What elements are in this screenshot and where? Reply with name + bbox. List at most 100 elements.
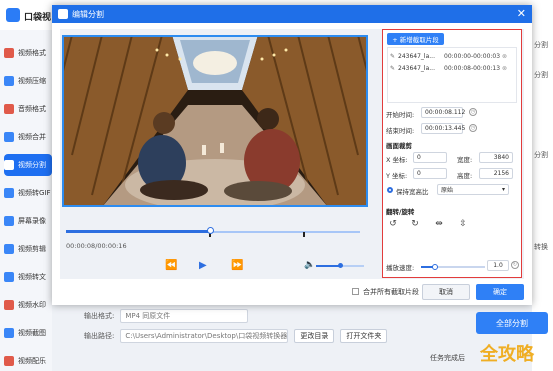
sidebar-item-label: 视频格式: [18, 49, 46, 57]
play-icon[interactable]: ▶: [199, 261, 207, 271]
sidebar-item[interactable]: 视频剪辑: [4, 238, 52, 260]
crop-handle-top[interactable]: [211, 35, 220, 42]
clip-settings-panel: + 新增截取片段 ✎ 243647_la... 00:00:00-00:00:0…: [382, 29, 522, 278]
width-input[interactable]: 3840: [479, 152, 513, 163]
rewind-icon[interactable]: ⏪: [165, 261, 177, 271]
sidebar-item-label: 屏幕录像: [18, 217, 46, 225]
cancel-button[interactable]: 取消: [422, 284, 470, 300]
crop-handle-top-left[interactable]: [62, 35, 69, 42]
sidebar-item-icon: [4, 104, 14, 114]
set-start-time-icon[interactable]: ◷: [469, 108, 477, 116]
speed-knob[interactable]: [432, 264, 439, 270]
merge-all-checkbox[interactable]: [352, 288, 359, 295]
crop-section-title: 画面裁剪: [386, 142, 412, 150]
crop-handle-left[interactable]: [62, 117, 69, 126]
output-format-select[interactable]: MP4 同原文件: [120, 309, 249, 323]
sidebar-item[interactable]: 视频转GIF: [4, 182, 52, 204]
edit-split-dialog: 编辑分割 ✕ 00:00:08/00:00:16 ⏪ ▶ ⏩ 🔈 + 新增截取片…: [52, 5, 532, 305]
time-display: 00:00:08/00:00:16: [66, 242, 127, 250]
output-path-field[interactable]: C:\Users\Administrator\Desktop\口袋视频转换器: [120, 329, 289, 343]
sidebar-item[interactable]: 视频转文: [4, 266, 52, 288]
sidebar-item-label: 视频配乐: [18, 357, 46, 365]
crop-handle-bottom-right[interactable]: [361, 200, 368, 207]
fast-forward-icon[interactable]: ⏩: [231, 261, 243, 271]
sidebar-item[interactable]: 音频格式: [4, 98, 52, 120]
sidebar-item-label: 视频转GIF: [18, 189, 51, 197]
remove-clip-icon[interactable]: ⊗: [502, 53, 507, 60]
bg-right-label: 分割: [534, 41, 548, 49]
open-folder-button[interactable]: 打开文件夹: [340, 329, 388, 343]
dialog-app-icon: [58, 9, 68, 19]
close-icon[interactable]: ✕: [517, 7, 526, 21]
sidebar-item[interactable]: 视频压缩: [4, 70, 52, 92]
chevron-down-icon: ▾: [501, 186, 505, 193]
clip-item[interactable]: ✎ 243647_la... 00:00:08-00:00:13 ⊗: [390, 63, 516, 74]
rotate-left-icon[interactable]: ↺: [387, 218, 399, 230]
flip-horizontal-icon[interactable]: ⇹: [433, 218, 445, 230]
sidebar-item[interactable]: 视频水印: [4, 294, 52, 316]
crop-handle-bottom-left[interactable]: [62, 200, 69, 207]
sidebar-item-icon: [4, 216, 14, 226]
sidebar-item-icon: [4, 132, 14, 142]
x-coord-input[interactable]: 0: [413, 152, 447, 163]
output-format-label: 输出格式:: [84, 312, 115, 320]
playback-timeline[interactable]: [66, 227, 360, 237]
start-time-input[interactable]: 00:00:08.112: [421, 107, 465, 118]
clip-time: 00:00:08-00:00:13: [444, 65, 501, 72]
output-path-value: C:\Users\Administrator\Desktop\口袋视频转换器: [125, 332, 288, 340]
bg-right-label: 分割: [534, 71, 548, 79]
volume-knob[interactable]: [338, 263, 343, 268]
speed-slider[interactable]: [421, 264, 485, 270]
crop-handle-top-right[interactable]: [361, 35, 368, 42]
bg-right-label: 分割: [534, 151, 548, 159]
sidebar-item[interactable]: 视频合并: [4, 126, 52, 148]
sidebar-item-icon: [4, 356, 14, 366]
sidebar-item[interactable]: 视频配乐: [4, 350, 52, 371]
sidebar-item-icon: [4, 160, 14, 170]
crop-handle-right[interactable]: [361, 117, 368, 126]
watermark-logo: 全攻略: [480, 344, 534, 365]
flip-vertical-icon[interactable]: ⇳: [457, 218, 469, 230]
split-all-button[interactable]: 全部分割: [476, 312, 548, 334]
sidebar-item[interactable]: 视频截图: [4, 322, 52, 344]
keep-ratio-radio[interactable]: [387, 187, 393, 193]
sidebar-item-label: 视频截图: [18, 329, 46, 337]
y-coord-input[interactable]: 0: [413, 168, 447, 179]
sidebar-item-icon: [4, 48, 14, 58]
sidebar-item[interactable]: 屏幕录像: [4, 210, 52, 232]
crop-frame[interactable]: [62, 35, 368, 207]
crop-handle-bottom[interactable]: [211, 200, 220, 207]
sidebar-item-label: 视频分割: [18, 161, 46, 169]
sidebar-item[interactable]: 视频格式: [4, 42, 52, 64]
end-time-input[interactable]: 00:00:13.445: [421, 123, 465, 134]
reset-speed-icon[interactable]: ↻: [511, 261, 519, 269]
app-sidebar: 视频格式视频压缩音频格式视频合并视频分割视频转GIF 屏幕录像视频剪辑视频转文视频…: [0, 30, 52, 371]
app-logo: [6, 8, 20, 22]
edit-icon[interactable]: ✎: [390, 65, 398, 72]
speed-input[interactable]: 1.0: [487, 260, 509, 271]
ok-button[interactable]: 确定: [476, 284, 524, 300]
width-label: 宽度:: [457, 156, 473, 164]
clip-name: 243647_la...: [398, 53, 435, 60]
add-clip-button[interactable]: + 新增截取片段: [387, 33, 444, 45]
volume-icon[interactable]: 🔈: [304, 260, 315, 270]
app-name: 口袋视: [24, 13, 52, 23]
remove-clip-icon[interactable]: ⊗: [502, 65, 507, 72]
dialog-titlebar: 编辑分割 ✕: [52, 5, 532, 23]
ratio-select[interactable]: 原始 ▾: [437, 184, 509, 195]
change-directory-button[interactable]: 更改目录: [294, 329, 335, 343]
edit-icon[interactable]: ✎: [390, 53, 398, 60]
clip-end-marker[interactable]: [303, 232, 306, 237]
playhead-handle[interactable]: [207, 227, 215, 234]
video-preview[interactable]: [62, 35, 368, 207]
speed-label: 播放速度:: [386, 264, 415, 272]
set-end-time-icon[interactable]: ◷: [469, 124, 477, 132]
volume-slider[interactable]: [316, 263, 364, 268]
timeline-progress: [66, 230, 211, 233]
clip-item[interactable]: ✎ 243647_la... 00:00:00-00:00:03 ⊗: [390, 51, 516, 62]
height-input[interactable]: 2156: [479, 168, 513, 179]
x-coord-label: X 坐标:: [386, 156, 408, 164]
end-time-label: 结束时间:: [386, 127, 415, 135]
rotate-right-icon[interactable]: ↻: [409, 218, 421, 230]
sidebar-item[interactable]: 视频分割: [4, 154, 52, 176]
